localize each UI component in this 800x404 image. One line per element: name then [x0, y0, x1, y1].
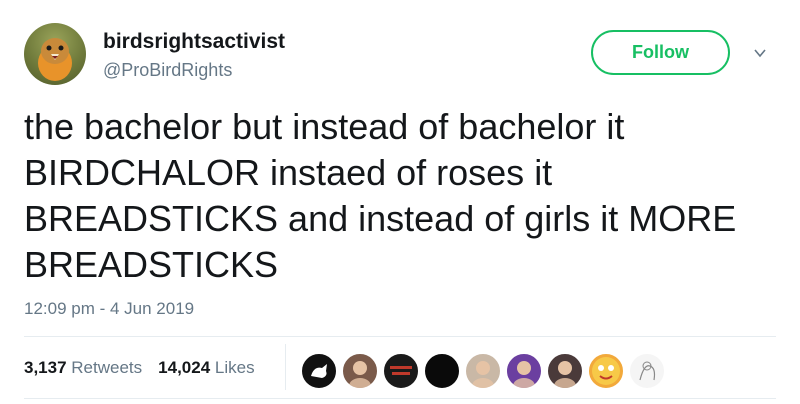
- divider: [24, 398, 776, 399]
- liker-avatar-emoji-icon[interactable]: [587, 352, 625, 390]
- retweets-stat[interactable]: 3,137 Retweets: [24, 358, 142, 378]
- tweet-timestamp[interactable]: 12:09 pm - 4 Jun 2019: [24, 299, 194, 319]
- likes-stat[interactable]: 14,024 Likes: [158, 358, 254, 378]
- likes-count: 14,024: [158, 358, 211, 377]
- stats-separator: [285, 344, 286, 390]
- tweet-text: the bachelor but instead of bachelor it …: [24, 106, 737, 285]
- tweet-stats: 3,137 Retweets 14,024 Likes: [24, 358, 271, 378]
- author-avatar[interactable]: [24, 23, 86, 85]
- follow-button[interactable]: Follow: [591, 30, 730, 75]
- retweets-label: Retweets: [71, 358, 143, 377]
- author-display-name[interactable]: birdsrightsactivist: [103, 30, 285, 54]
- liker-avatar-person-3-icon[interactable]: [505, 352, 543, 390]
- liker-avatar-text-logo-icon[interactable]: [382, 352, 420, 390]
- liker-avatar-person-4-icon[interactable]: [546, 352, 584, 390]
- robin-bird-avatar-icon: [38, 38, 72, 81]
- divider: [24, 336, 776, 337]
- liker-avatar-sketch-icon[interactable]: [628, 352, 666, 390]
- likes-label: Likes: [214, 358, 255, 377]
- liker-avatar-person-1-icon[interactable]: [341, 352, 379, 390]
- liker-avatar-person-2-icon[interactable]: [464, 352, 502, 390]
- author-handle[interactable]: @ProBirdRights: [103, 60, 232, 81]
- liker-avatar-black-icon[interactable]: [423, 352, 461, 390]
- retweets-count: 3,137: [24, 358, 67, 377]
- liker-avatar-dark-animal-icon[interactable]: [300, 352, 338, 390]
- chevron-down-icon[interactable]: [754, 48, 766, 58]
